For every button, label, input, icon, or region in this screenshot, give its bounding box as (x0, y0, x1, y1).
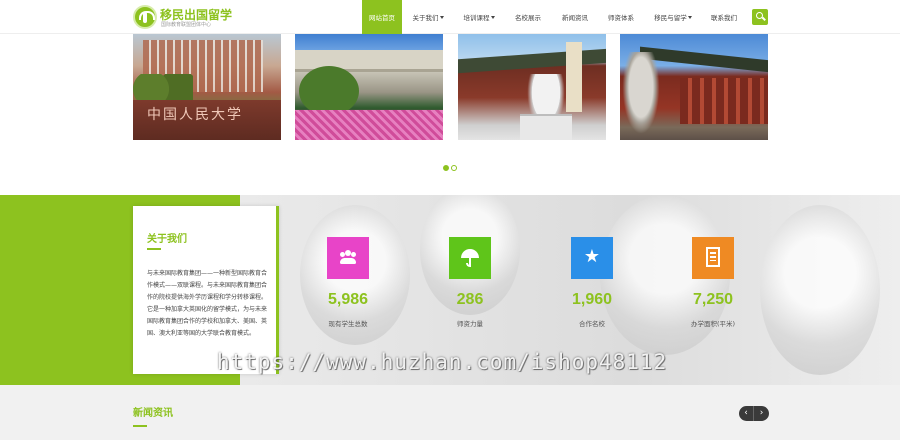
nav-about[interactable]: 关于我们 (402, 0, 454, 34)
logo-icon (133, 5, 157, 29)
statue-base-image (520, 114, 572, 140)
nav-immigration[interactable]: 移民与留学 (644, 0, 702, 34)
nav-label: 新闻资讯 (562, 14, 588, 22)
search-button[interactable] (752, 9, 768, 25)
nav-courses[interactable]: 培训课程 (454, 0, 504, 34)
logo-subtitle: 国际教育联盟团体中心 (161, 22, 212, 28)
users-icon (340, 250, 356, 264)
stat-schools: ★ 1,960 合作名校 (532, 237, 652, 337)
roof-image (458, 48, 606, 74)
caret-down-icon (439, 15, 444, 19)
photo-sign-text: 中国人民大学 (147, 107, 243, 123)
slider-dot[interactable] (451, 165, 457, 171)
next-arrow-button[interactable]: › (754, 406, 769, 421)
star-icon: ★ (583, 246, 601, 267)
nav-schools[interactable]: 名校展示 (504, 0, 552, 34)
slide-photo-3[interactable] (458, 34, 606, 140)
stat-label: 现有学生总数 (328, 320, 368, 328)
about-underline (147, 248, 161, 250)
news-underline (133, 425, 147, 427)
watermark-text: https://www.huzhan.com/ishop48112 (217, 350, 668, 374)
search-icon-handle (762, 16, 766, 21)
bush-image (299, 66, 359, 116)
nav-label: 关于我们 (412, 14, 439, 22)
stat-value: 5,986 (327, 291, 369, 308)
slide-photo-4[interactable] (620, 34, 768, 140)
flowers-image (295, 110, 443, 140)
stat-icon-box: ★ (571, 237, 613, 279)
news-title: 新闻资讯 (133, 408, 173, 419)
columns-image (680, 78, 768, 124)
stat-label: 师资力量 (457, 320, 483, 328)
umbrella-icon (460, 248, 480, 268)
stat-area: 7,250 办学面积(平米) (653, 237, 773, 337)
caret-down-icon (687, 15, 692, 19)
stat-value: 1,960 (571, 291, 613, 308)
nav-news[interactable]: 新闻资讯 (552, 0, 598, 34)
stat-value: 7,250 (692, 291, 734, 308)
stat-label: 办学面积(平米) (690, 320, 736, 328)
site-logo[interactable]: 移民出国留学 国际教育联盟团体中心 (133, 5, 233, 29)
about-text: 与未来国际教育集团——一种新型国际教育合作模式——双联课程。与未来国际教育集团合… (147, 270, 268, 337)
main-nav: 网站首页 关于我们 培训课程 名校展示 新闻资讯 师资体系 移民与留学 联系我们 (362, 0, 746, 34)
about-card: 关于我们 与未来国际教育集团——一种新型国际教育合作模式——双联课程。与未来国际… (133, 206, 279, 374)
news-carousel-controls: ‹ › (739, 406, 769, 421)
nav-label: 网站首页 (369, 14, 395, 22)
nav-label: 移民与留学 (654, 14, 687, 22)
stat-value: 286 (456, 291, 484, 308)
stat-icon-box (449, 237, 491, 279)
caret-down-icon (490, 15, 495, 19)
slide-photo-1[interactable]: 中国人民大学 (133, 34, 281, 140)
background-face (760, 205, 880, 375)
nav-teachers[interactable]: 师资体系 (598, 0, 644, 34)
lion-statue-image (620, 52, 662, 140)
nav-label: 名校展示 (515, 14, 541, 22)
pillar-image (566, 42, 582, 112)
building-icon (706, 247, 720, 267)
nav-contact[interactable]: 联系我们 (702, 0, 746, 34)
nav-label: 师资体系 (608, 14, 634, 22)
slider-dots (443, 165, 457, 171)
stat-icon-box (327, 237, 369, 279)
about-title: 关于我们 (147, 234, 187, 245)
site-header: 移民出国留学 国际教育联盟团体中心 网站首页 关于我们 培训课程 名校展示 新闻… (0, 0, 900, 34)
slider-dot[interactable] (443, 165, 449, 171)
stat-icon-box (692, 237, 734, 279)
news-section: 新闻资讯 ‹ › (0, 385, 900, 440)
nav-label: 培训课程 (463, 14, 490, 22)
prev-arrow-button[interactable]: ‹ (739, 406, 754, 421)
nav-label: 联系我们 (711, 14, 737, 22)
nav-home[interactable]: 网站首页 (362, 0, 402, 34)
stat-students: 5,986 现有学生总数 (288, 237, 408, 337)
stat-label: 合作名校 (579, 320, 605, 328)
slide-photo-2[interactable] (295, 34, 443, 140)
stat-teachers: 286 师资力量 (410, 237, 530, 337)
